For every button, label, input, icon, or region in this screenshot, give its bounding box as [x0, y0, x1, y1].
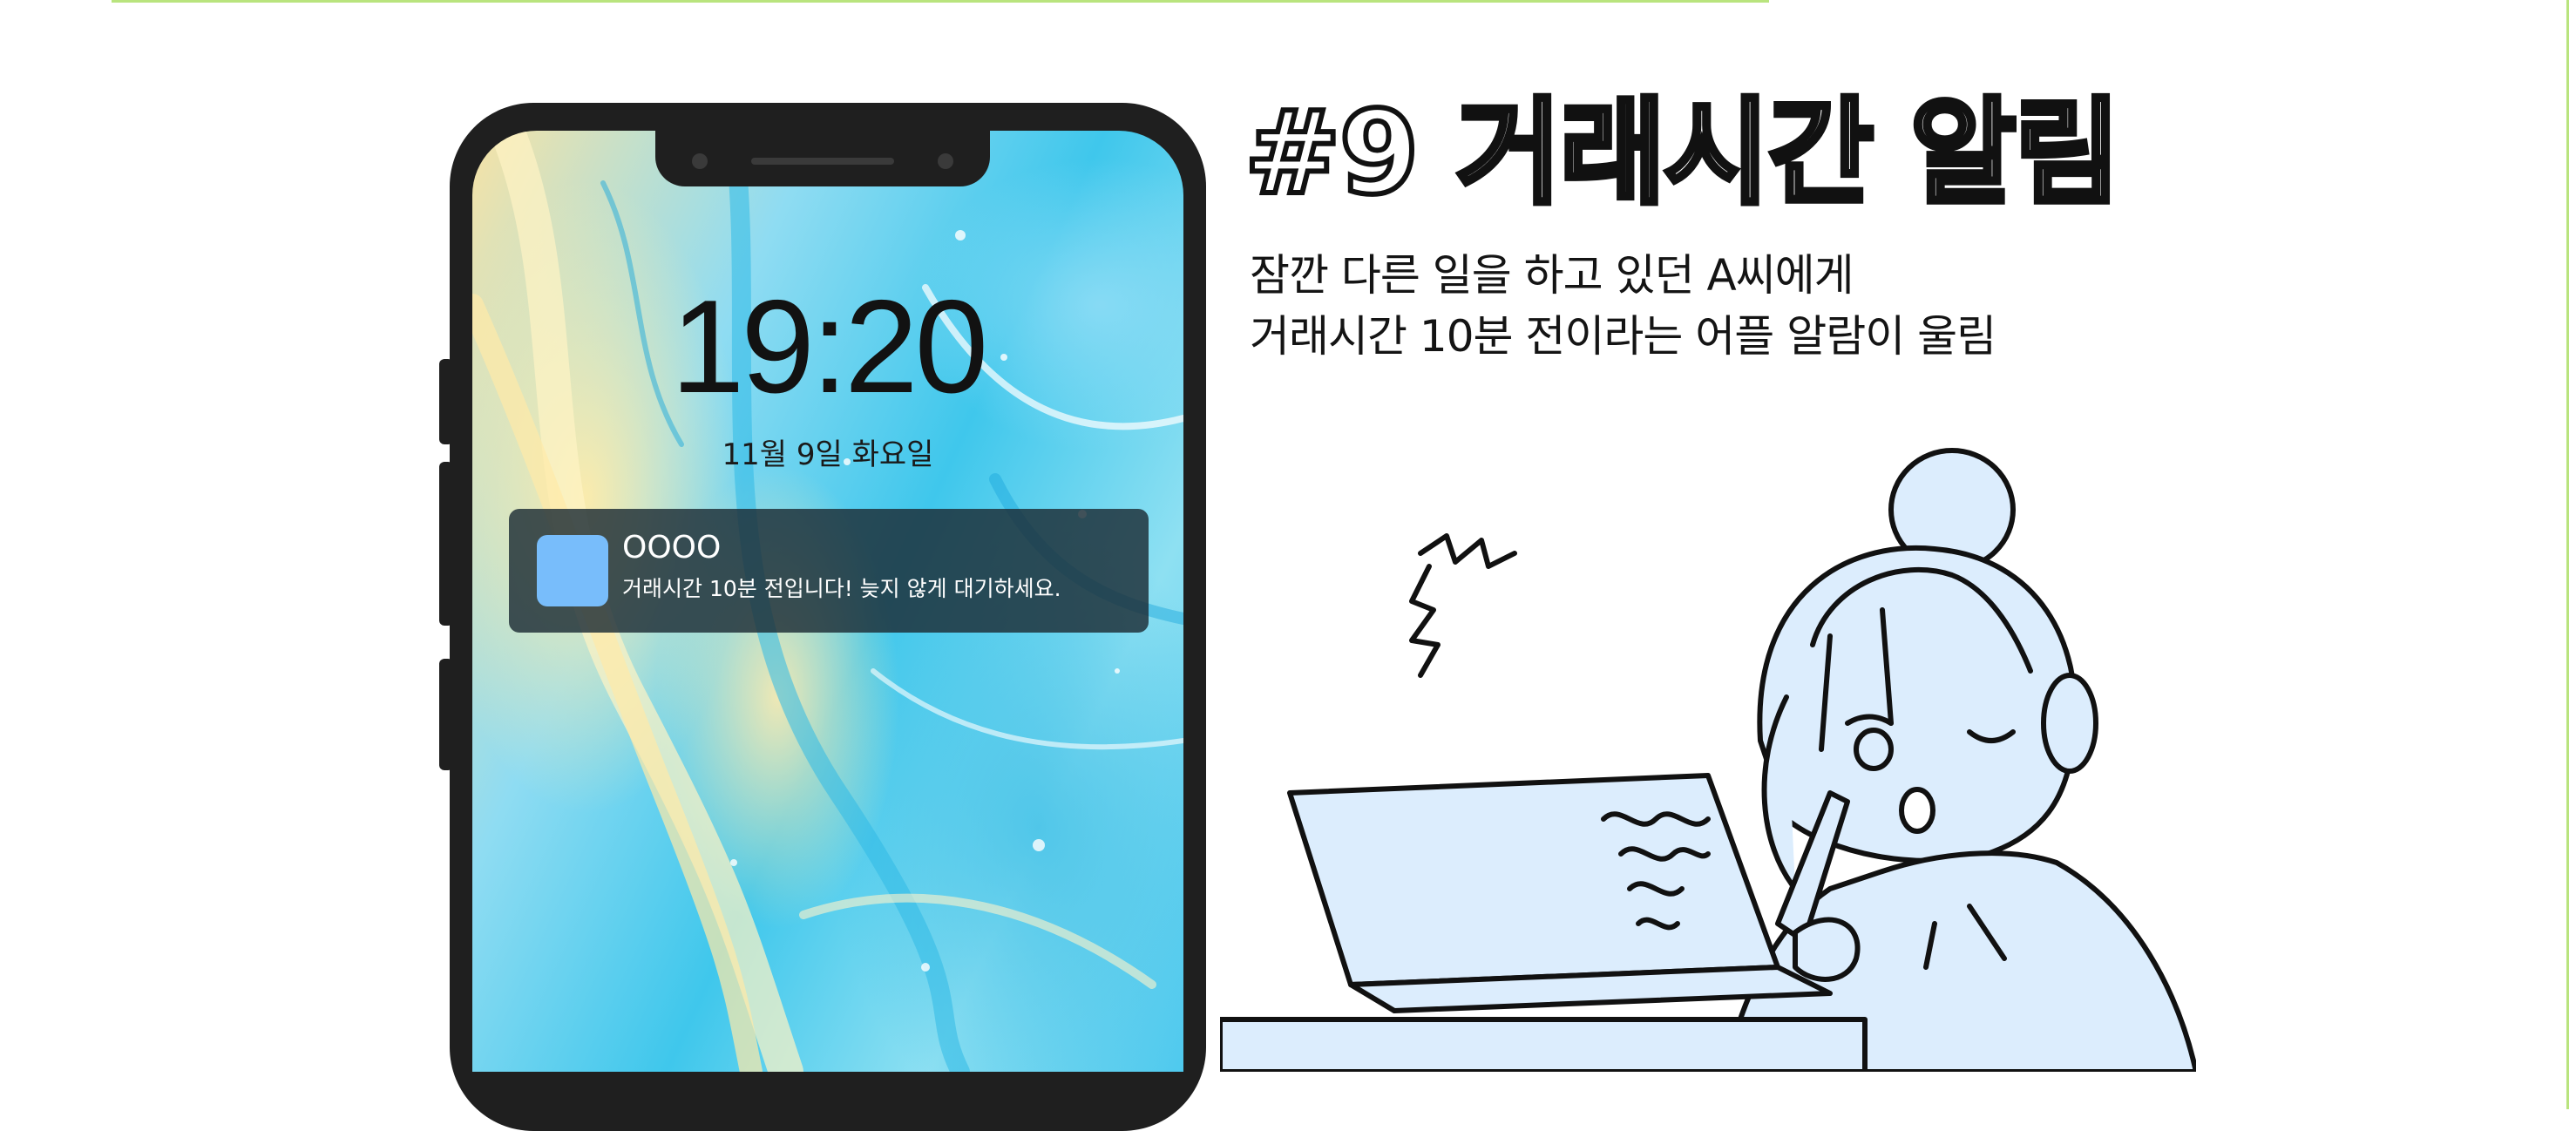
caption-line-1: 잠깐 다른 일을 하고 있던 A씨에게	[1250, 250, 1854, 301]
phone-notch	[655, 131, 990, 186]
lockscreen-clock: 19:20	[670, 273, 988, 421]
speaker-grille	[751, 158, 894, 165]
girl-at-laptop-illustration	[1220, 448, 2196, 1072]
notification-message: 거래시간 10분 전입니다! 늦지 않게 대기하세요.	[622, 576, 1061, 601]
caption-line-2: 거래시간 10분 전이라는 어플 알람이 울림	[1250, 311, 1996, 362]
app-icon	[537, 535, 608, 606]
notification-app-name: OOOO	[622, 530, 722, 566]
annoyance-mark	[1418, 533, 1517, 569]
sensor-icon	[938, 153, 953, 169]
lockscreen-date: 11월 9일 화요일	[722, 437, 934, 472]
right-divider	[2566, 0, 2569, 1109]
top-divider	[112, 0, 1769, 3]
front-camera-icon	[692, 153, 708, 169]
episode-title: #9 거래시간 알림	[1242, 86, 2123, 220]
notification-banner[interactable]: OOOO 거래시간 10분 전입니다! 늦지 않게 대기하세요.	[509, 509, 1149, 633]
